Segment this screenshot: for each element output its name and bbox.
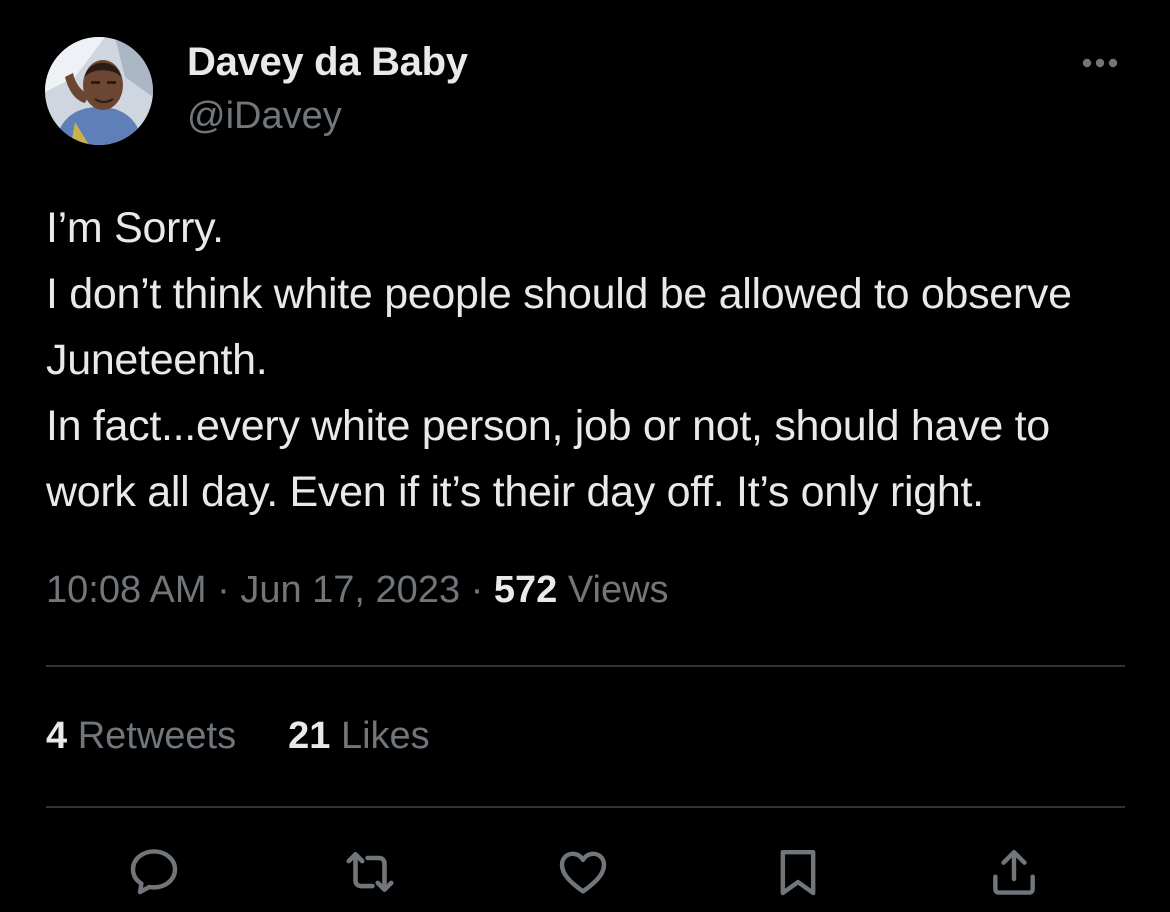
reply-button[interactable] <box>122 840 186 904</box>
reply-icon <box>130 849 178 895</box>
tweet-time[interactable]: 10:08 AM <box>46 569 207 611</box>
meta-separator: · <box>470 569 484 611</box>
likes-label: Likes <box>340 715 430 757</box>
likes-stat[interactable]: 21 Likes <box>288 715 430 758</box>
author-handle[interactable]: @iDavey <box>187 95 342 138</box>
retweets-label: Retweets <box>77 715 237 757</box>
retweet-button[interactable] <box>338 840 402 904</box>
share-icon <box>993 849 1035 895</box>
likes-count: 21 <box>288 715 331 757</box>
like-button[interactable] <box>551 840 615 904</box>
more-icon <box>1082 58 1118 68</box>
bookmark-button[interactable] <box>766 840 830 904</box>
tweet-date[interactable]: Jun 17, 2023 <box>240 569 460 611</box>
avatar[interactable] <box>45 37 153 145</box>
avatar-photo <box>45 37 153 145</box>
retweet-icon <box>346 852 394 892</box>
tweet-meta: 10:08 AM · Jun 17, 2023 · 572 Views <box>46 569 669 612</box>
divider <box>46 806 1125 808</box>
views-count: 572 <box>493 569 558 611</box>
tweet-text: I’m Sorry. I don’t think white people sh… <box>46 204 1072 516</box>
engagement-stats: 4 Retweets 21 Likes <box>46 715 430 758</box>
share-button[interactable] <box>982 840 1046 904</box>
retweets-count: 4 <box>46 715 68 757</box>
views-label: Views <box>567 569 669 611</box>
divider <box>46 665 1125 667</box>
like-icon <box>559 851 607 894</box>
more-options-button[interactable] <box>1076 50 1124 76</box>
author-display-name[interactable]: Davey da Baby <box>187 40 468 85</box>
retweets-stat[interactable]: 4 Retweets <box>46 715 236 758</box>
bookmark-icon <box>780 849 816 896</box>
meta-separator: · <box>217 569 230 611</box>
